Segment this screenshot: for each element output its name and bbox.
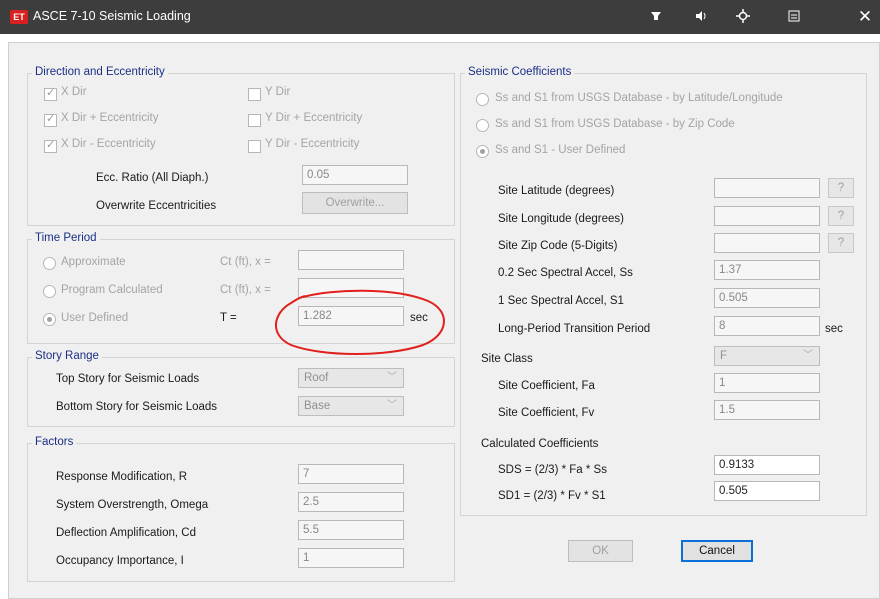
bottom-story-label: Bottom Story for Seismic Loads (56, 401, 218, 413)
zip-radio[interactable] (476, 119, 489, 132)
annotation-ellipse (275, 289, 445, 355)
site-class-value: F (720, 350, 728, 362)
ecc-ratio-label: Ecc. Ratio (All Diaph.) (96, 172, 209, 184)
longitude-field[interactable] (714, 206, 820, 226)
sound-icon[interactable] (693, 9, 709, 25)
time-period-group-title: Time Period (32, 232, 100, 244)
omega-field[interactable]: 2.5 (298, 492, 404, 512)
story-range-group-title: Story Range (32, 350, 102, 362)
y-dir-checkbox[interactable] (248, 88, 261, 101)
overwrite-label: Overwrite Eccentricities (96, 200, 217, 212)
zip-label: Ss and S1 from USGS Database - by Zip Co… (495, 118, 735, 130)
factors-group-title: Factors (32, 436, 77, 448)
top-story-value: Roof (304, 372, 329, 384)
ct-label-2: Ct (ft), x = (220, 284, 271, 296)
pin-icon[interactable] (648, 9, 664, 25)
transition-unit-label: sec (825, 323, 843, 335)
ss-label: 0.2 Sec Spectral Accel, Ss (498, 267, 633, 279)
i-field[interactable]: 1 (298, 548, 404, 568)
direction-group-title: Direction and Eccentricity (32, 66, 168, 78)
bottom-story-dropdown[interactable]: Base ﹀ (298, 396, 404, 416)
r-field[interactable]: 7 (298, 464, 404, 484)
target-icon[interactable] (735, 9, 751, 25)
site-class-label: Site Class (481, 353, 533, 365)
zip-code-field[interactable] (714, 233, 820, 253)
app-logo-icon: ET (10, 10, 28, 24)
bottom-story-value: Base (304, 400, 331, 412)
r-label: Response Modification, R (56, 471, 188, 483)
omega-label: System Overstrength, Omega (56, 499, 209, 511)
y-dir-label: Y Dir (265, 86, 291, 98)
fv-field[interactable]: 1.5 (714, 400, 820, 420)
lat-long-radio[interactable] (476, 93, 489, 106)
ecc-ratio-field[interactable]: 0.05 (302, 165, 408, 185)
longitude-label: Site Longitude (degrees) (498, 213, 624, 225)
y-dir-plus-label: Y Dir + Eccentricity (265, 112, 363, 124)
ct-field-1[interactable] (298, 250, 404, 270)
cd-label: Deflection Amplification, Cd (56, 527, 196, 539)
cd-field[interactable]: 5.5 (298, 520, 404, 540)
s1-label: 1 Sec Spectral Accel, S1 (498, 295, 624, 307)
user-defined-radio[interactable] (43, 313, 56, 326)
longitude-help-button[interactable]: ? (828, 206, 854, 226)
program-calculated-label: Program Calculated (61, 284, 163, 296)
chevron-down-icon: ﹀ (387, 400, 397, 411)
x-dir-plus-label: X Dir + Eccentricity (61, 112, 159, 124)
zip-help-button[interactable]: ? (828, 233, 854, 253)
approximate-label: Approximate (61, 256, 126, 268)
x-dir-minus-checkbox[interactable] (44, 138, 57, 153)
s1-field[interactable]: 0.505 (714, 288, 820, 308)
user-defined-label: User Defined (61, 312, 129, 324)
cancel-button[interactable]: Cancel (681, 540, 753, 562)
approximate-radio[interactable] (43, 257, 56, 270)
top-story-label: Top Story for Seismic Loads (56, 373, 200, 385)
window-title: ASCE 7-10 Seismic Loading (33, 9, 191, 23)
window-icon[interactable] (786, 9, 802, 25)
y-dir-minus-checkbox[interactable] (248, 140, 261, 153)
sd1-field: 0.505 (714, 481, 820, 501)
fa-field[interactable]: 1 (714, 373, 820, 393)
y-dir-plus-checkbox[interactable] (248, 114, 261, 127)
top-story-dropdown[interactable]: Roof ﹀ (298, 368, 404, 388)
title-bar: ET ASCE 7-10 Seismic Loading ✕ (0, 0, 880, 34)
user-defined-ss-label: Ss and S1 - User Defined (495, 144, 626, 156)
transition-period-label: Long-Period Transition Period (498, 323, 651, 335)
fa-label: Site Coefficient, Fa (498, 380, 595, 392)
sd1-label: SD1 = (2/3) * Fv * S1 (498, 490, 606, 502)
ok-button[interactable]: OK (568, 540, 633, 562)
story-range-group: Story Range Top Story for Seismic Loads … (27, 350, 455, 427)
zip-code-label: Site Zip Code (5-Digits) (498, 240, 618, 252)
x-dir-checkbox[interactable] (44, 86, 57, 101)
latitude-help-button[interactable]: ? (828, 178, 854, 198)
calculated-coefficients-label: Calculated Coefficients (481, 438, 599, 450)
overwrite-button[interactable]: Overwrite... (302, 192, 408, 214)
lat-long-label: Ss and S1 from USGS Database - by Latitu… (495, 92, 783, 104)
latitude-field[interactable] (714, 178, 820, 198)
i-label: Occupancy Importance, I (56, 555, 184, 567)
transition-period-field[interactable]: 8 (714, 316, 820, 336)
sds-label: SDS = (2/3) * Fa * Ss (498, 464, 607, 476)
latitude-label: Site Latitude (degrees) (498, 185, 615, 197)
chevron-down-icon: ﹀ (387, 372, 397, 383)
program-calculated-radio[interactable] (43, 285, 56, 298)
x-dir-minus-label: X Dir - Eccentricity (61, 138, 156, 150)
t-label: T = (220, 312, 237, 324)
y-dir-minus-label: Y Dir - Eccentricity (265, 138, 360, 150)
x-dir-plus-checkbox[interactable] (44, 112, 57, 127)
seismic-group-title: Seismic Coefficients (465, 66, 575, 78)
factors-group: Factors Response Modification, R 7 Syste… (27, 436, 455, 582)
direction-group: Direction and Eccentricity X Dir Y Dir X… (27, 66, 455, 226)
seismic-group: Seismic Coefficients Ss and S1 from USGS… (460, 66, 867, 516)
sds-field: 0.9133 (714, 455, 820, 475)
site-class-dropdown[interactable]: F ﹀ (714, 346, 820, 366)
chevron-down-icon: ﹀ (803, 350, 813, 361)
ct-label-1: Ct (ft), x = (220, 256, 271, 268)
dialog-body: Direction and Eccentricity X Dir Y Dir X… (8, 42, 880, 599)
ss-field[interactable]: 1.37 (714, 260, 820, 280)
user-defined-ss-radio[interactable] (476, 145, 489, 158)
x-dir-label: X Dir (61, 86, 87, 98)
close-icon[interactable]: ✕ (854, 6, 876, 28)
fv-label: Site Coefficient, Fv (498, 407, 595, 419)
